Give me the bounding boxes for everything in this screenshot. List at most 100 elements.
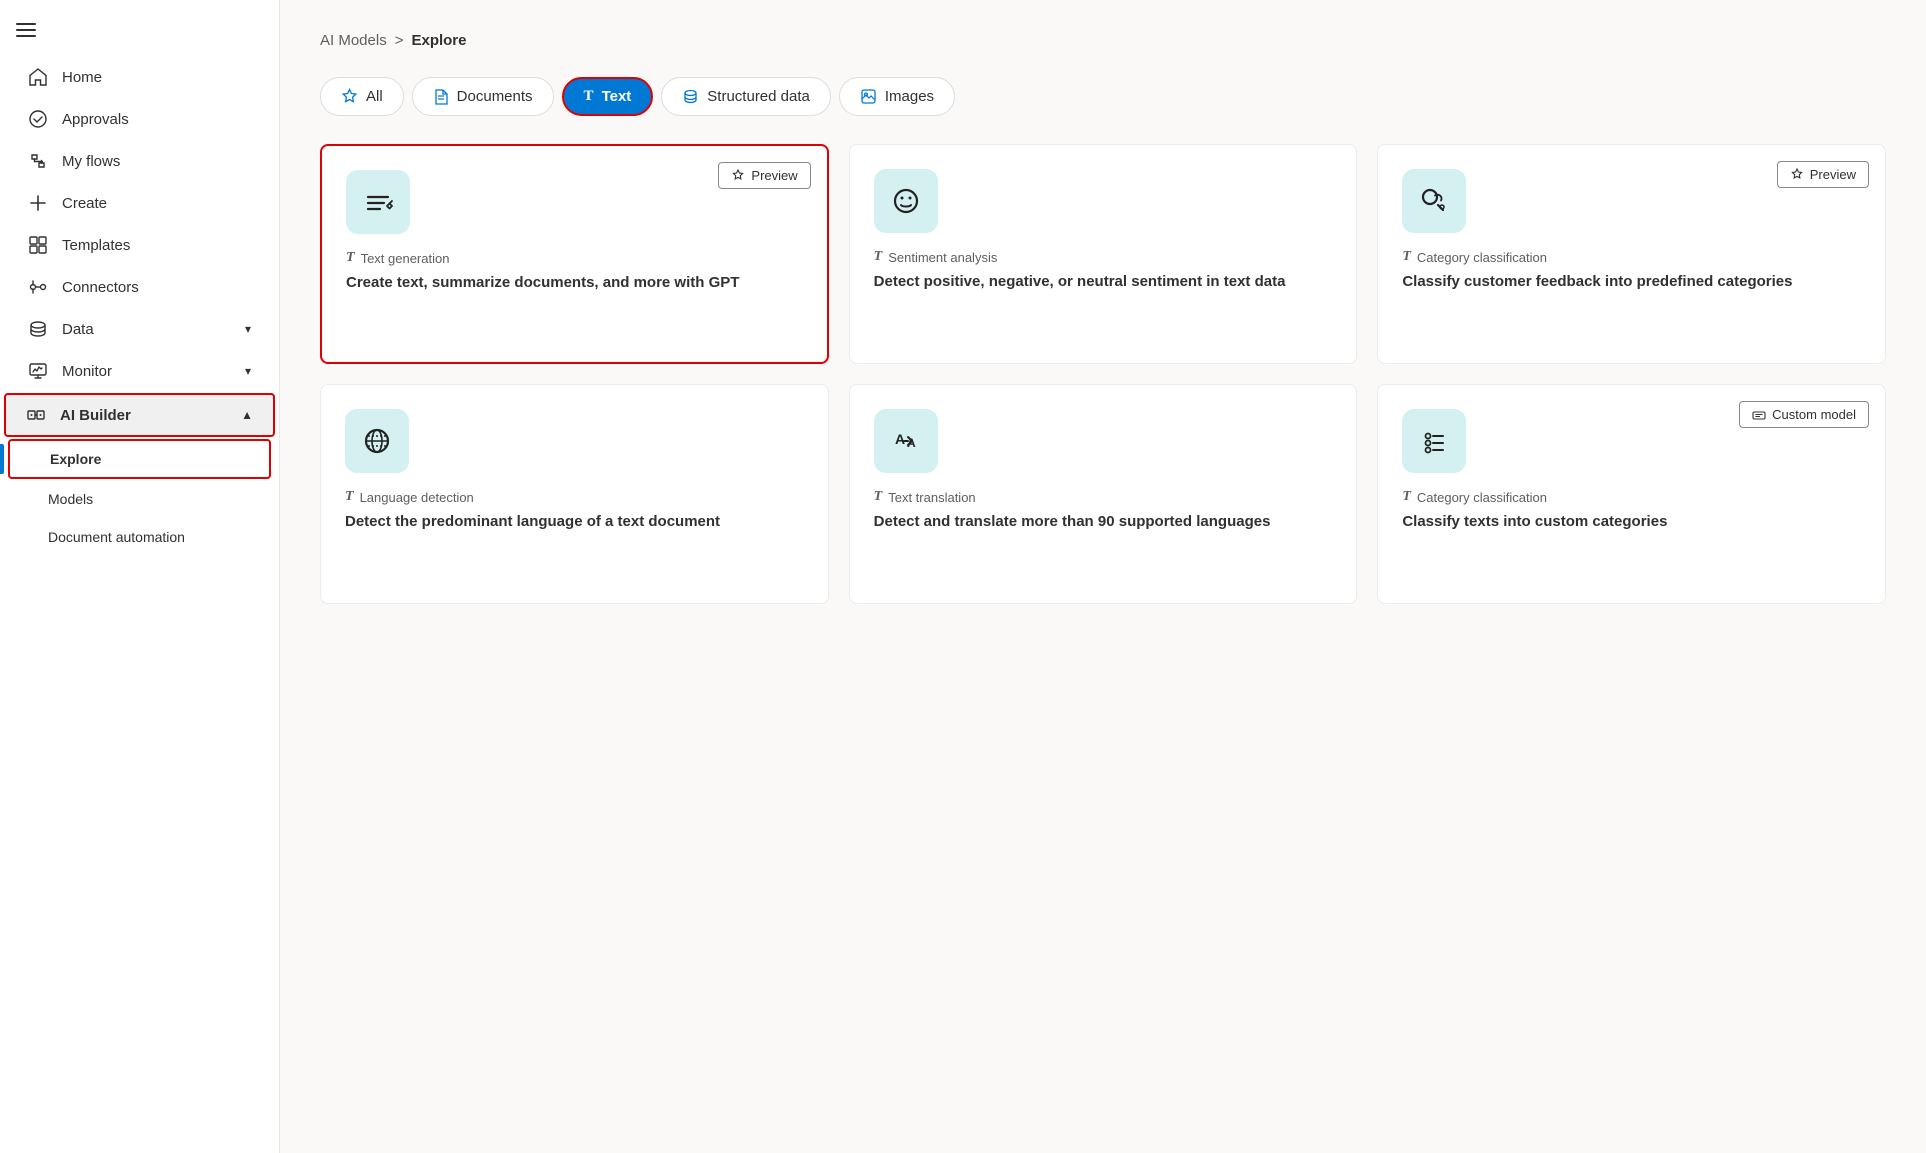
type-icon: T xyxy=(874,489,883,505)
card-icon-text-gen xyxy=(346,170,410,234)
tab-structured-data[interactable]: Structured data xyxy=(661,77,831,116)
card-type: T Language detection xyxy=(345,489,804,505)
card-description: Detect positive, negative, or neutral se… xyxy=(874,271,1333,292)
tab-images[interactable]: Images xyxy=(839,77,955,116)
tab-all-label: All xyxy=(366,88,383,105)
create-icon xyxy=(28,193,48,213)
tabs-container: All Documents T Text xyxy=(320,77,1886,116)
sidebar-subitem-label: Models xyxy=(48,491,93,507)
badge-label: Preview xyxy=(1810,167,1856,182)
type-icon: T xyxy=(1402,249,1411,265)
breadcrumb-parent[interactable]: AI Models xyxy=(320,32,387,49)
data-chevron-icon: ▾ xyxy=(245,322,251,336)
tab-all[interactable]: All xyxy=(320,77,404,116)
card-description: Detect and translate more than 90 suppor… xyxy=(874,511,1333,532)
sidebar-item-label: Monitor xyxy=(62,363,112,380)
card-type: T Text generation xyxy=(346,250,803,266)
connectors-icon xyxy=(28,277,48,297)
type-label: Text translation xyxy=(888,490,975,505)
tab-structured-data-label: Structured data xyxy=(707,88,810,105)
approvals-icon xyxy=(28,109,48,129)
card-icon-language xyxy=(345,409,409,473)
card-text-generation[interactable]: Preview T Text generation Create text, s… xyxy=(320,144,829,364)
preview-badge[interactable]: Preview xyxy=(1777,161,1869,188)
sidebar-item-my-flows[interactable]: My flows xyxy=(8,141,271,181)
breadcrumb: AI Models > Explore xyxy=(320,32,1886,49)
breadcrumb-current: Explore xyxy=(411,32,466,49)
breadcrumb-separator: > xyxy=(395,32,404,49)
monitor-chevron-icon: ▾ xyxy=(245,364,251,378)
sidebar-item-home[interactable]: Home xyxy=(8,57,271,97)
badge-label: Preview xyxy=(751,168,797,183)
card-category-classification-2[interactable]: Custom model T Category classification C… xyxy=(1377,384,1886,604)
card-description: Detect the predominant language of a tex… xyxy=(345,511,804,532)
sidebar-item-models[interactable]: Models xyxy=(8,481,271,517)
monitor-icon xyxy=(28,361,48,381)
sidebar-item-connectors[interactable]: Connectors xyxy=(8,267,271,307)
sidebar-item-ai-builder[interactable]: AI Builder ▲ xyxy=(4,393,275,437)
card-description: Classify texts into custom categories xyxy=(1402,511,1861,532)
card-category-classification-1[interactable]: Preview T Category classification Classi… xyxy=(1377,144,1886,364)
sidebar-item-label: My flows xyxy=(62,153,120,170)
templates-icon xyxy=(28,235,48,255)
active-indicator xyxy=(0,444,4,474)
cards-grid: Preview T Text generation Create text, s… xyxy=(320,144,1886,604)
sidebar-item-label: Connectors xyxy=(62,279,139,296)
sidebar-item-label: Templates xyxy=(62,237,130,254)
flows-icon xyxy=(28,151,48,171)
tab-images-label: Images xyxy=(885,88,934,105)
card-description: Create text, summarize documents, and mo… xyxy=(346,272,803,293)
card-text-translation[interactable]: A A T Text translation Detect and transl… xyxy=(849,384,1358,604)
card-icon-category xyxy=(1402,169,1466,233)
hamburger-menu[interactable] xyxy=(0,8,279,56)
type-label: Category classification xyxy=(1417,490,1547,505)
card-type: T Category classification xyxy=(1402,249,1861,265)
type-icon: T xyxy=(345,489,354,505)
tab-text[interactable]: T Text xyxy=(562,77,654,116)
card-icon-sentiment xyxy=(874,169,938,233)
custom-model-badge[interactable]: Custom model xyxy=(1739,401,1869,428)
sidebar-item-monitor[interactable]: Monitor ▾ xyxy=(8,351,271,391)
card-type: T Sentiment analysis xyxy=(874,249,1333,265)
card-type: T Category classification xyxy=(1402,489,1861,505)
ai-builder-chevron-icon: ▲ xyxy=(241,408,253,422)
sidebar-item-document-automation[interactable]: Document automation xyxy=(8,519,271,555)
tab-documents[interactable]: Documents xyxy=(412,77,554,116)
preview-badge[interactable]: Preview xyxy=(718,162,810,189)
card-language-detection[interactable]: T Language detection Detect the predomin… xyxy=(320,384,829,604)
sidebar-item-label: AI Builder xyxy=(60,407,131,424)
sidebar-item-label: Create xyxy=(62,195,107,212)
card-icon-custom-category xyxy=(1402,409,1466,473)
type-label: Category classification xyxy=(1417,250,1547,265)
tab-documents-label: Documents xyxy=(457,88,533,105)
type-icon: T xyxy=(346,250,355,266)
sidebar-item-approvals[interactable]: Approvals xyxy=(8,99,271,139)
type-label: Language detection xyxy=(360,490,474,505)
sidebar-subitem-label: Explore xyxy=(50,451,101,467)
sidebar-subitem-label: Document automation xyxy=(48,529,185,545)
sidebar-item-create[interactable]: Create xyxy=(8,183,271,223)
card-sentiment-analysis[interactable]: T Sentiment analysis Detect positive, ne… xyxy=(849,144,1358,364)
sidebar-item-data[interactable]: Data ▾ xyxy=(8,309,271,349)
sidebar-item-label: Data xyxy=(62,321,94,338)
type-label: Text generation xyxy=(361,251,450,266)
db-icon xyxy=(682,88,699,105)
home-icon xyxy=(28,67,48,87)
sidebar-item-explore[interactable]: Explore xyxy=(8,439,271,479)
sidebar-item-label: Approvals xyxy=(62,111,129,128)
sidebar-item-label: Home xyxy=(62,69,102,86)
img-icon xyxy=(860,88,877,105)
badge-label: Custom model xyxy=(1772,407,1856,422)
card-type: T Text translation xyxy=(874,489,1333,505)
type-label: Sentiment analysis xyxy=(888,250,997,265)
star-icon xyxy=(341,88,358,105)
text-icon: T xyxy=(584,88,594,105)
tab-text-label: Text xyxy=(602,88,632,105)
main-content: AI Models > Explore All D xyxy=(280,0,1926,1153)
card-icon-translation: A A xyxy=(874,409,938,473)
card-description: Classify customer feedback into predefin… xyxy=(1402,271,1861,292)
data-icon xyxy=(28,319,48,339)
sidebar-item-templates[interactable]: Templates xyxy=(8,225,271,265)
type-icon: T xyxy=(1402,489,1411,505)
sidebar: Home Approvals My flows xyxy=(0,0,280,1153)
